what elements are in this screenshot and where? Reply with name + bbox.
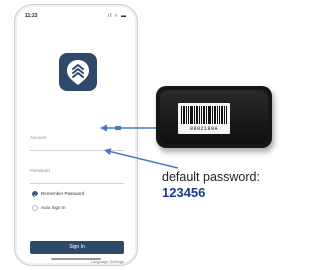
gps-tracker-device: 8902180A xyxy=(156,86,272,148)
barcode-label: 8902180A xyxy=(178,103,230,134)
default-password-label: default password: xyxy=(162,170,260,184)
default-password-value: 123456 xyxy=(162,185,206,200)
barcode-icon xyxy=(181,106,227,124)
device-serial: 8902180A xyxy=(189,126,218,132)
password-arrow xyxy=(104,148,179,169)
